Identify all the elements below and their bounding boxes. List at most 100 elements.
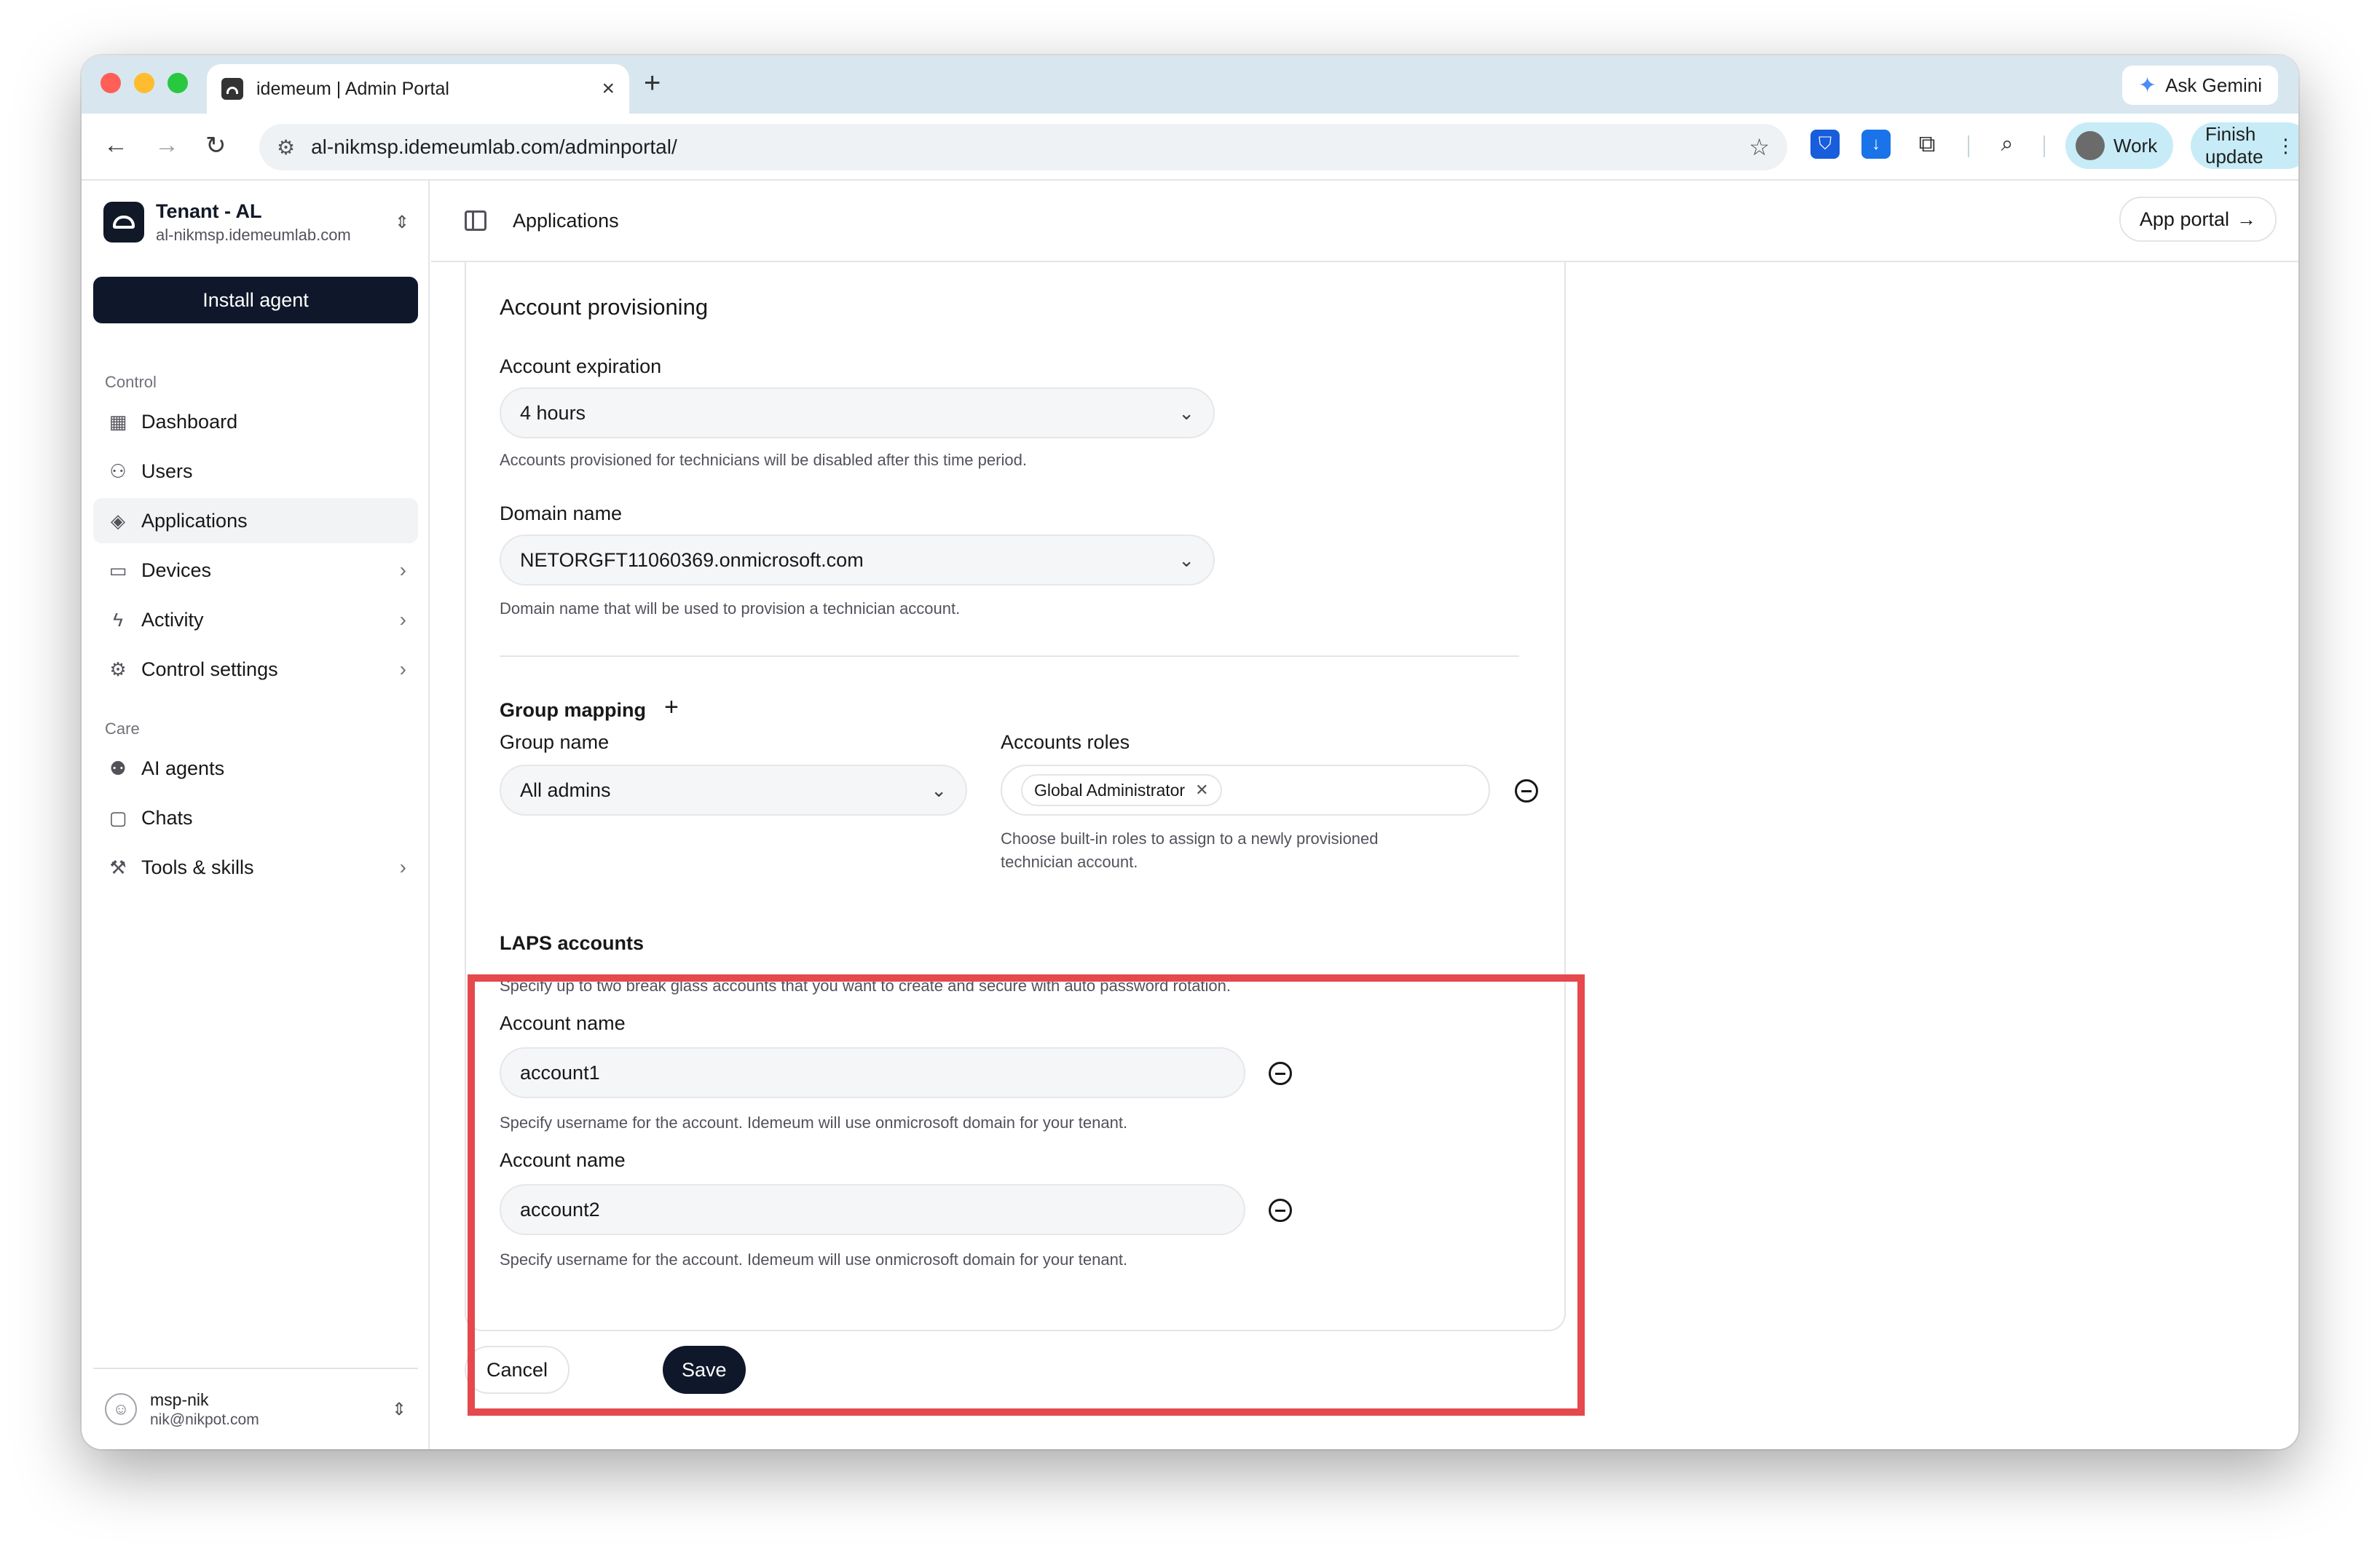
- sidebar-item-control-settings[interactable]: ⚙ Control settings ›: [93, 647, 418, 692]
- remove-group-mapping-minus-icon[interactable]: [1515, 779, 1538, 803]
- section-label-control: Control: [105, 373, 157, 391]
- expiration-value: 4 hours: [520, 401, 586, 424]
- remove-account-2-minus-icon[interactable]: [1269, 1199, 1292, 1222]
- roles-help: Choose built-in roles to assign to a new…: [1001, 829, 1379, 871]
- sidebar-item-label: Control settings: [141, 658, 278, 680]
- provisioning-card: Account provisioning Account expiration …: [465, 262, 1566, 1331]
- sidebar: Tenant - AL al-nikmsp.idemeumlab.com ⇕ I…: [82, 181, 430, 1449]
- forward-arrow-icon[interactable]: →: [154, 131, 179, 159]
- domain-help: Domain name that will be used to provisi…: [500, 599, 961, 618]
- bookmark-star-icon[interactable]: ☆: [1749, 133, 1770, 161]
- app-portal-button[interactable]: App portal →: [2119, 197, 2277, 242]
- tab-bar: idemeum | Admin Portal × + ✦ Ask Gemini: [82, 55, 2298, 114]
- maximize-window-button[interactable]: [168, 73, 188, 93]
- laps-account-1-input[interactable]: [500, 1047, 1245, 1098]
- sidebar-item-label: Users: [141, 460, 193, 482]
- sidebar-item-tools-skills[interactable]: ⚒ Tools & skills ›: [93, 845, 418, 890]
- lightning-icon: ϟ: [113, 608, 123, 631]
- sidebar-item-dashboard[interactable]: ▦ Dashboard: [93, 399, 418, 444]
- domain-label: Domain name: [500, 502, 623, 524]
- add-group-mapping-plus-icon[interactable]: +: [664, 693, 679, 722]
- group-name-value: All admins: [520, 778, 611, 801]
- chevron-right-icon: ›: [399, 856, 406, 878]
- close-window-button[interactable]: [101, 73, 121, 93]
- reload-icon[interactable]: ↻: [205, 131, 226, 160]
- site-settings-icon[interactable]: ⚙: [277, 135, 295, 159]
- save-button[interactable]: Save: [663, 1346, 746, 1394]
- sidebar-item-label: Chats: [141, 806, 193, 829]
- laps-account-2-input[interactable]: [500, 1184, 1245, 1235]
- chevron-down-icon: ⌄: [931, 778, 947, 801]
- ask-gemini-button[interactable]: ✦ Ask Gemini: [2121, 66, 2278, 105]
- tenant-name: Tenant - AL: [156, 200, 262, 222]
- main-content: Applications App portal → Account provis…: [431, 181, 2298, 1449]
- sidebar-item-activity[interactable]: ϟ Activity ›: [93, 597, 418, 642]
- browser-toolbar: ← → ↻ ⚙ al-nikmsp.idemeumlab.com/adminpo…: [82, 114, 2298, 181]
- bitwarden-extension-icon[interactable]: ⛉: [1810, 130, 1840, 159]
- page-title: Applications: [513, 209, 619, 232]
- layers-icon: ◈: [111, 509, 125, 532]
- sidebar-item-users[interactable]: ⚇ Users: [93, 449, 418, 494]
- tab-search-icon[interactable]: ⌕: [1993, 130, 2022, 159]
- sidebar-item-label: Devices: [141, 559, 212, 581]
- expiration-label: Account expiration: [500, 355, 662, 377]
- tab-title: idemeum | Admin Portal: [256, 78, 449, 99]
- sidebar-toggle-icon[interactable]: [465, 210, 486, 231]
- close-icon[interactable]: ✕: [1195, 781, 1208, 800]
- url-text: al-nikmsp.idemeumlab.com/adminportal/: [311, 135, 677, 158]
- finish-update-button[interactable]: Finish update ⋮: [2191, 122, 2298, 169]
- chevron-right-icon: ›: [399, 559, 406, 581]
- minimize-window-button[interactable]: [134, 73, 154, 93]
- chevron-right-icon: ›: [399, 608, 406, 631]
- roles-multiselect[interactable]: Global Administrator ✕: [1001, 765, 1490, 816]
- user-name: msp-nik: [150, 1390, 209, 1409]
- bot-icon: ⚉: [109, 757, 127, 779]
- sidebar-item-devices[interactable]: ▭ Devices ›: [93, 548, 418, 593]
- cancel-button[interactable]: Cancel: [465, 1346, 570, 1394]
- sidebar-item-label: Dashboard: [141, 410, 238, 433]
- section-title: Account provisioning: [500, 294, 709, 320]
- chevron-down-icon: ⌄: [1178, 401, 1194, 424]
- new-tab-button[interactable]: +: [644, 67, 661, 100]
- tenant-switcher[interactable]: Tenant - AL al-nikmsp.idemeumlab.com ⇕: [103, 197, 409, 248]
- address-bar[interactable]: ⚙ al-nikmsp.idemeumlab.com/adminportal/ …: [259, 124, 1787, 170]
- tenant-logo-icon: [103, 202, 144, 243]
- extensions-puzzle-icon[interactable]: ⧉: [1912, 130, 1942, 159]
- roles-label: Accounts roles: [1001, 731, 1130, 753]
- remove-account-1-minus-icon[interactable]: [1269, 1062, 1292, 1085]
- back-arrow-icon[interactable]: ←: [103, 131, 128, 159]
- ask-gemini-label: Ask Gemini: [2165, 74, 2262, 96]
- sidebar-item-applications[interactable]: ◈ Applications: [93, 498, 418, 543]
- download-extension-icon[interactable]: ↓: [1861, 130, 1891, 159]
- expiration-select[interactable]: 4 hours ⌄: [500, 387, 1215, 438]
- gear-icon: ⚙: [109, 658, 127, 680]
- user-avatar-icon: ☺: [105, 1393, 137, 1425]
- domain-select[interactable]: NETORGFT11060369.onmicrosoft.com ⌄: [500, 535, 1215, 586]
- laps-account-1-label: Account name: [500, 1012, 626, 1034]
- dashboard-icon: ▦: [109, 410, 127, 433]
- sidebar-item-label: Applications: [141, 509, 248, 532]
- laps-account-2-label: Account name: [500, 1149, 626, 1171]
- browser-tab[interactable]: idemeum | Admin Portal ×: [207, 64, 629, 114]
- install-agent-button[interactable]: Install agent: [93, 277, 418, 323]
- users-icon: ⚇: [109, 460, 127, 482]
- chevron-right-icon: ›: [399, 658, 406, 680]
- role-chip-label: Global Administrator: [1034, 780, 1186, 800]
- idemeum-favicon-icon: [221, 78, 243, 100]
- user-menu[interactable]: ☺ msp-nik nik@nikpot.com ⇕: [93, 1368, 418, 1449]
- chevron-up-down-icon: ⇕: [394, 212, 409, 232]
- arrow-right-icon: →: [2237, 208, 2256, 230]
- main-header: Applications App portal →: [431, 181, 2298, 262]
- sidebar-item-chats[interactable]: ▢ Chats: [93, 795, 418, 840]
- sidebar-item-label: Activity: [141, 608, 204, 631]
- sidebar-item-ai-agents[interactable]: ⚉ AI agents: [93, 746, 418, 791]
- chat-icon: ▢: [109, 806, 127, 829]
- group-mapping-label: Group mapping: [500, 699, 646, 721]
- tab-close-icon[interactable]: ×: [602, 76, 615, 101]
- laps-account-2-help: Specify username for the account. Idemeu…: [500, 1250, 1128, 1269]
- browser-window: idemeum | Admin Portal × + ✦ Ask Gemini …: [82, 55, 2298, 1449]
- group-name-select[interactable]: All admins ⌄: [500, 765, 967, 816]
- profile-button[interactable]: Work: [2065, 122, 2174, 169]
- app-portal-label: App portal: [2139, 208, 2229, 230]
- role-chip[interactable]: Global Administrator ✕: [1021, 774, 1222, 806]
